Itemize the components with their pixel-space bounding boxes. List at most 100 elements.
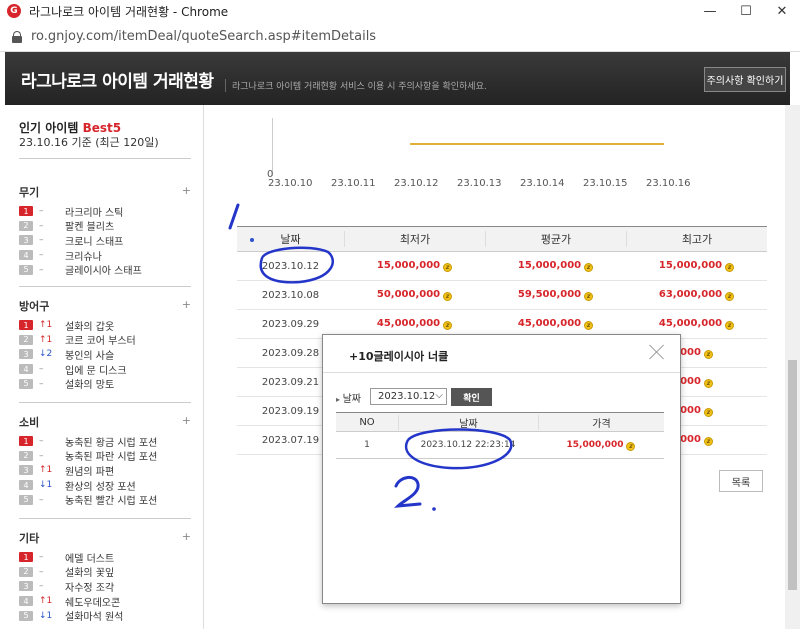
- rank-change: ↑1: [39, 596, 53, 607]
- expand-icon[interactable]: +: [182, 184, 191, 197]
- x-tick-label: 23.10.14: [520, 178, 565, 189]
- rank-badge: 2: [19, 566, 33, 577]
- maximize-icon[interactable]: ☐: [728, 0, 764, 22]
- rank-badge: 4: [19, 480, 33, 491]
- confirm-button[interactable]: 확인: [451, 388, 492, 406]
- rank-change: –: [39, 552, 44, 563]
- x-tick-label: 23.10.12: [394, 178, 439, 189]
- rank-change: ↓1: [39, 610, 53, 621]
- rank-change: –: [39, 436, 44, 447]
- list-item[interactable]: 4– 입에 문 디스크: [19, 362, 191, 377]
- zeny-coin-icon: z: [703, 379, 713, 388]
- list-item[interactable]: 1 ↑1 설화의 갑옷: [19, 318, 191, 333]
- list-item[interactable]: 5 ↓1 설화마석 원석: [19, 608, 191, 623]
- list-item[interactable]: 1– 농축된 황금 시럽 포션: [19, 434, 191, 449]
- zeny-coin-icon: z: [703, 408, 713, 417]
- list-item[interactable]: 2 ↑1 코르 코어 부스터: [19, 332, 191, 347]
- list-item[interactable]: 2– 팔켄 블리츠: [19, 218, 191, 233]
- item-name[interactable]: 크리슈나: [65, 248, 102, 263]
- list-item[interactable]: 2– 농축된 파란 시럽 포션: [19, 448, 191, 463]
- close-icon[interactable]: [649, 344, 665, 360]
- zeny-coin-icon: z: [584, 263, 594, 272]
- item-name[interactable]: 원념의 파편: [65, 463, 114, 478]
- table-row[interactable]: 2023.10.12 15,000,000 z 15,000,000 z 15,000,0…: [237, 252, 767, 281]
- expand-icon[interactable]: +: [182, 414, 191, 427]
- item-name[interactable]: 글레이시아 스태프: [65, 262, 142, 277]
- zeny-coin-icon: z: [703, 437, 713, 446]
- divider: [19, 158, 191, 159]
- list-item[interactable]: 3 ↑1 원념의 파편: [19, 463, 191, 478]
- row-max-price: 63,000,000 z: [626, 289, 767, 301]
- row-avg-price: 45,000,000 z: [485, 318, 626, 330]
- col-max: 최고가: [626, 231, 767, 247]
- address-bar[interactable]: ro.gnjoy.com/itemDeal/quoteSearch.asp#it…: [0, 22, 800, 52]
- list-item[interactable]: 5– 글레이시아 스태프: [19, 262, 191, 277]
- expand-icon[interactable]: +: [182, 298, 191, 311]
- item-name[interactable]: 봉인의 사슬: [65, 347, 114, 362]
- item-name[interactable]: 농축된 황금 시럽 포션: [65, 434, 157, 449]
- item-name[interactable]: 농축된 파란 시럽 포션: [65, 448, 157, 463]
- rank-change: –: [39, 264, 44, 275]
- item-name[interactable]: 환상의 성장 포션: [65, 478, 136, 493]
- list-item[interactable]: 1– 에델 더스트: [19, 550, 191, 565]
- rank-badge: 4: [19, 364, 33, 375]
- zeny-coin-icon: z: [443, 292, 453, 301]
- row-date[interactable]: 2023.10.12: [237, 261, 344, 272]
- item-name[interactable]: 크로니 스태프: [65, 233, 123, 248]
- list-item[interactable]: 1– 라크리마 스틱: [19, 204, 191, 219]
- rank-change: –: [39, 450, 44, 461]
- x-tick-label: 23.10.10: [268, 178, 313, 189]
- list-item[interactable]: 3– 크로니 스태프: [19, 233, 191, 248]
- table-row: 1 2023.10.12 22:23:14 15,000,000 z: [336, 432, 664, 459]
- date-select[interactable]: 2023.10.12: [370, 388, 447, 405]
- scrollbar[interactable]: [785, 105, 800, 629]
- close-window-icon[interactable]: ✕: [764, 0, 800, 22]
- scrollbar-thumb[interactable]: [788, 360, 797, 590]
- rank-change: –: [39, 378, 44, 389]
- category-title: 무기: [19, 186, 40, 199]
- row-date[interactable]: 2023.10.08: [237, 290, 344, 301]
- item-name[interactable]: 입에 문 디스크: [65, 362, 127, 377]
- item-name[interactable]: 농축된 빨간 시럽 포션: [65, 492, 157, 507]
- list-item[interactable]: 4 ↑1 쉐도우데오콘: [19, 594, 191, 609]
- item-name[interactable]: 자수정 조각: [65, 579, 114, 594]
- col-no: NO: [359, 416, 375, 428]
- item-name[interactable]: 설화마석 원석: [65, 608, 123, 623]
- rank-change: ↑1: [39, 334, 53, 345]
- expand-icon[interactable]: +: [182, 530, 191, 543]
- item-name[interactable]: 쉐도우데오콘: [65, 594, 120, 609]
- list-item[interactable]: 4 ↓1 환상의 성장 포션: [19, 478, 191, 493]
- popular-date: 23.10.16 기준 (최근 120일): [19, 136, 159, 149]
- list-item[interactable]: 4– 크리슈나: [19, 248, 191, 263]
- x-tick-label: 23.10.15: [583, 178, 628, 189]
- date-filter-label: 날짜: [336, 390, 361, 405]
- list-item[interactable]: 5– 농축된 빨간 시럽 포션: [19, 492, 191, 507]
- list-item[interactable]: 3– 자수정 조각: [19, 579, 191, 594]
- divider: [323, 372, 680, 373]
- rank-badge: 4: [19, 596, 33, 607]
- zeny-coin-icon: z: [443, 263, 453, 272]
- item-name[interactable]: 코르 코어 부스터: [65, 332, 136, 347]
- notice-button[interactable]: 주의사항 확인하기: [704, 67, 786, 92]
- list-item[interactable]: 3 ↓2 봉인의 사슬: [19, 347, 191, 362]
- url-text[interactable]: ro.gnjoy.com/itemDeal/quoteSearch.asp#it…: [31, 29, 376, 44]
- item-name[interactable]: 설화의 갑옷: [65, 318, 114, 333]
- row-date[interactable]: 2023.09.29: [237, 319, 344, 330]
- minimize-icon[interactable]: —: [692, 0, 728, 22]
- title-bar: G 라그나로크 아이템 거래현황 - Chrome — ☐ ✕: [0, 0, 800, 22]
- item-name[interactable]: 설화의 망토: [65, 376, 114, 391]
- table-row[interactable]: 2023.10.08 50,000,000 z 59,500,000 z 63,000,0…: [237, 281, 767, 310]
- rank-badge: 3: [19, 235, 33, 246]
- item-name[interactable]: 팔켄 블리츠: [65, 218, 114, 233]
- item-name[interactable]: 라크리마 스틱: [65, 204, 123, 219]
- rank-badge: 2: [19, 220, 33, 231]
- chart-y-axis: [272, 118, 273, 176]
- popular-items-sidebar: 인기 아이템 Best5 23.10.16 기준 (최근 120일) 무기 +1–…: [5, 105, 204, 629]
- item-name[interactable]: 에델 더스트: [65, 550, 114, 565]
- lock-icon: [12, 30, 22, 43]
- list-button[interactable]: 목록: [719, 470, 763, 492]
- list-item[interactable]: 5– 설화의 망토: [19, 376, 191, 391]
- list-item[interactable]: 2– 설화의 꽃잎: [19, 564, 191, 579]
- table-header: 날짜 최저가 평균가 최고가: [237, 226, 767, 252]
- item-name[interactable]: 설화의 꽃잎: [65, 564, 114, 579]
